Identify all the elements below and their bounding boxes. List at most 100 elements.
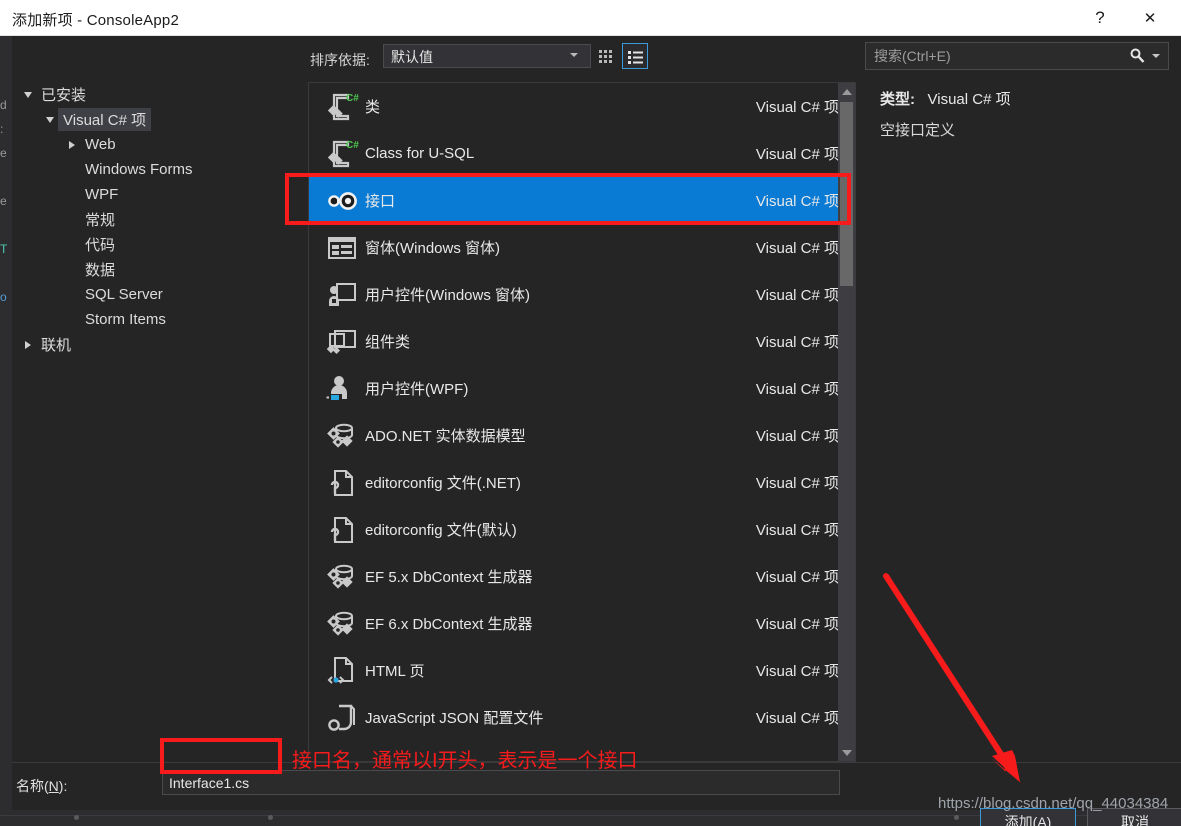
tree-node-3[interactable]: Windows Forms [12,157,308,182]
sort-by-label: 排序依据: [310,52,370,68]
item-list-panel[interactable]: C# 类 Visual C# 项 C# Class for U-SQL Visual… [308,82,856,762]
winform-icon [328,236,356,259]
item-icon-wrap: C# [319,134,365,174]
detail-description: 空接口定义 [880,122,956,139]
list-item[interactable]: editorconfig 文件(.NET) Visual C# 项 [309,459,855,506]
list-item[interactable]: ADO.NET 实体数据模型 Visual C# 项 [309,412,855,459]
close-button[interactable]: ✕ [1127,0,1173,35]
name-input[interactable] [162,770,840,795]
svg-text:C#: C# [346,140,359,151]
item-name: ADO.NET 实体数据模型 [365,428,526,445]
tree-node-label: 代码 [85,237,116,254]
item-icon-wrap: C# [319,87,365,127]
watermark-text: https://blog.csdn.net/qq_44034384 [938,795,1169,812]
svg-text:C#: C# [346,93,359,104]
tree-node-label: 联机 [41,337,72,354]
search-box[interactable] [865,42,1169,70]
tree-node-10[interactable]: 联机 [12,332,308,357]
list-view-button[interactable] [622,43,648,69]
item-name: EF 5.x DbContext 生成器 [365,569,533,586]
detail-type-label: 类型: [880,91,915,108]
search-icon[interactable] [1128,47,1146,65]
list-item[interactable]: EF 6.x DbContext 生成器 Visual C# 项 [309,600,855,647]
category-tree: 已安装 Visual C# 项 Web Windows Forms WPF 常规代码数据 S… [12,82,308,762]
tree-node-8[interactable]: SQL Server [12,282,308,307]
list-icon [627,50,643,64]
config-file-icon [330,516,353,543]
item-icon-wrap [319,369,365,409]
detail-type-row: 类型: Visual C# 项 [880,88,1011,109]
tree-node-label: 数据 [85,262,116,279]
item-icon-wrap [319,322,365,362]
item-icon-wrap [319,463,365,503]
tree-node-label: WPF [85,186,119,203]
tree-node-1[interactable]: Visual C# 项 [12,107,308,132]
question-mark-icon: ? [1095,7,1105,27]
chevron-up-icon [841,88,852,95]
list-scrollbar[interactable] [838,83,855,761]
background-ide-strip: d : e e T o [0,36,12,826]
name-field-label: 名称(N): [16,778,68,794]
item-list: C# 类 Visual C# 项 C# Class for U-SQL Visual… [309,83,855,741]
scroll-down-button[interactable] [838,744,855,761]
tree-node-label: SQL Server [85,286,163,303]
item-name: 组件类 [365,334,411,351]
item-icon-wrap [319,698,365,738]
item-icon-wrap [319,416,365,456]
item-icon-wrap [319,228,365,268]
tree-node-6[interactable]: 代码 [12,232,308,257]
scroll-up-button[interactable] [838,83,855,100]
component-class-icon [326,329,356,354]
chevron-right-icon[interactable] [64,140,80,149]
item-icon-wrap [319,604,365,644]
list-item[interactable]: 窗体(Windows 窗体) Visual C# 项 [309,224,855,271]
tiles-view-button[interactable] [592,43,618,69]
search-options-chevron-icon[interactable] [1152,54,1160,58]
tree-node-label: Windows Forms [85,161,193,178]
item-name: editorconfig 文件(默认) [365,522,517,539]
tree-node-4[interactable]: WPF [12,182,308,207]
dialog-body: 排序依据: 默认值 搜索(Ctrl+E) 已安装 Visual C# 项 Web… [12,36,1181,826]
list-item[interactable]: EF 5.x DbContext 生成器 Visual C# 项 [309,553,855,600]
list-item[interactable]: C# 类 Visual C# 项 [309,83,855,130]
close-icon: ✕ [1143,9,1157,27]
list-item[interactable]: JavaScript JSON 配置文件 Visual C# 项 [309,694,855,741]
list-item[interactable]: 用户控件(Windows 窗体) Visual C# 项 [309,271,855,318]
item-icon-wrap [319,557,365,597]
usercontrol-icon [329,282,356,306]
annotation-name-hint: 接口名，通常以I开头，表示是一个接口 [292,750,638,772]
json-file-icon [328,704,355,731]
detail-panel: 类型: Visual C# 项 空接口定义 [868,82,1178,762]
item-icon-wrap [319,651,365,691]
item-name: 用户控件(Windows 窗体) [365,287,531,304]
chevron-down-icon[interactable] [42,116,58,123]
list-item[interactable]: 组件类 Visual C# 项 [309,318,855,365]
list-item[interactable]: 用户控件(WPF) Visual C# 项 [309,365,855,412]
list-item[interactable]: HTML 页 Visual C# 项 [309,647,855,694]
scrollbar-thumb[interactable] [840,102,853,286]
config-file-icon [330,469,353,496]
search-input[interactable] [866,43,1128,69]
tree-node-7[interactable]: 数据 [12,257,308,282]
item-name: JavaScript JSON 配置文件 [365,710,544,727]
list-item[interactable]: C# Class for U-SQL Visual C# 项 [309,130,855,177]
ado-entity-icon [327,423,353,448]
tree-node-9[interactable]: Storm Items [12,307,308,332]
help-button[interactable]: ? [1077,0,1123,35]
list-toolbar: 排序依据: 默认值 [12,36,1181,82]
grid-icon [598,49,612,63]
tree-node-2[interactable]: Web [12,132,308,157]
sort-by-value: 默认值 [391,49,433,65]
chevron-down-icon[interactable] [20,91,36,98]
tree-node-label: Visual C# 项 [58,108,152,131]
tree-node-0[interactable]: 已安装 [12,82,308,107]
chevron-down-icon [841,749,852,756]
ado-entity-icon [327,611,353,636]
list-item[interactable]: 接口 Visual C# 项 [309,177,855,224]
tree-node-label: 已安装 [41,87,87,104]
tree-node-5[interactable]: 常规 [12,207,308,232]
item-name: 窗体(Windows 窗体) [365,240,501,257]
list-item[interactable]: editorconfig 文件(默认) Visual C# 项 [309,506,855,553]
chevron-right-icon[interactable] [20,340,36,349]
sort-by-select[interactable]: 默认值 [383,44,591,68]
